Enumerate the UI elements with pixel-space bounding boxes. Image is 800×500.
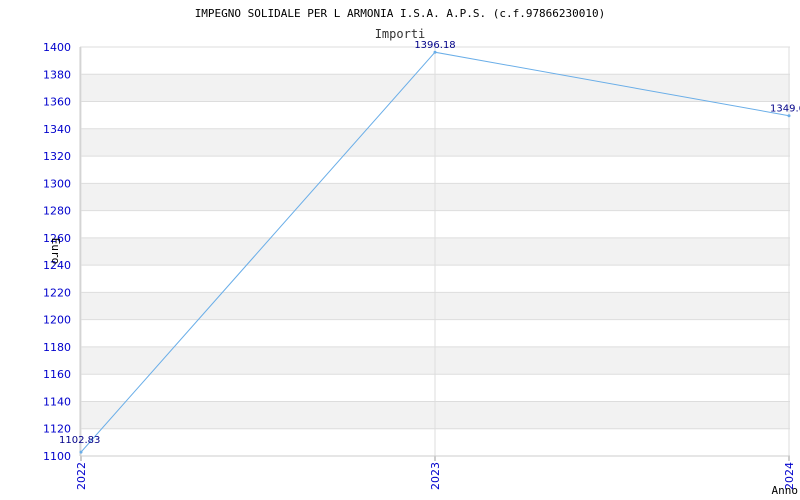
data-point xyxy=(79,450,83,454)
chart-title: IMPEGNO SOLIDALE PER L ARMONIA I.S.A. A.… xyxy=(195,7,606,20)
y-tick-label: 1300 xyxy=(43,177,71,190)
y-axis-label: Euro xyxy=(49,238,62,265)
chart: 1100 1120 1140 1160 1180 1200 1220 1240 1260 1280… xyxy=(0,0,800,500)
y-tick-label: 1120 xyxy=(43,423,71,436)
y-tick-label: 1320 xyxy=(43,150,71,163)
y-tick-label: 1180 xyxy=(43,341,71,354)
x-tick-label: 2023 xyxy=(429,462,442,490)
y-tick-label: 1140 xyxy=(43,395,71,408)
y-tick-label: 1100 xyxy=(43,450,71,463)
y-tick-label: 1400 xyxy=(43,41,71,54)
y-tick-label: 1220 xyxy=(43,286,71,299)
y-tick-label: 1160 xyxy=(43,368,71,381)
y-tick-label: 1380 xyxy=(43,68,71,81)
y-tick-label: 1280 xyxy=(43,205,71,218)
line-chart-svg: 1100112011401160118012001220124012601280… xyxy=(43,7,800,497)
y-tick-label: 1340 xyxy=(43,123,71,136)
x-tick-label: 2022 xyxy=(75,462,88,490)
y-tick-label: 1200 xyxy=(43,314,71,327)
data-label: 1349.6 xyxy=(770,104,800,115)
y-tick-label: 1360 xyxy=(43,96,71,109)
data-label: 1396.18 xyxy=(414,40,455,51)
chart-subtitle: Importi xyxy=(375,27,426,41)
data-label: 1102.83 xyxy=(59,435,100,446)
x-axis-label: Anno xyxy=(772,484,799,497)
